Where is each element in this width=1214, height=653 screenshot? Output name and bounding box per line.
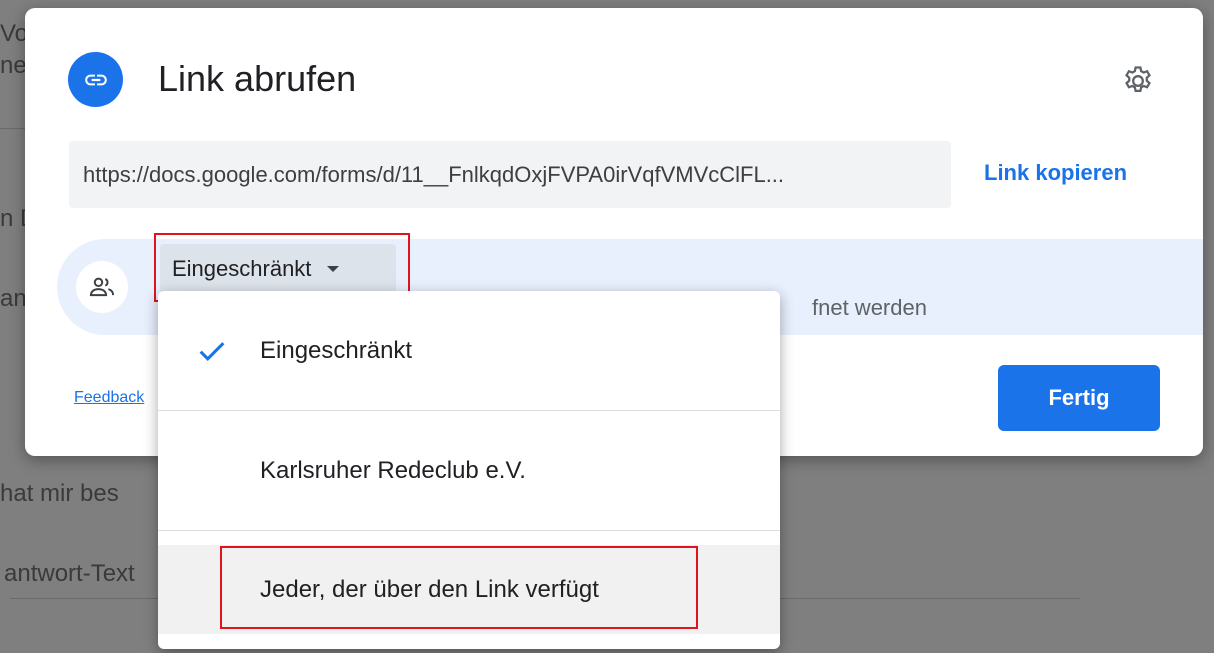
background-text-fragment: antwort-Text	[4, 560, 135, 587]
people-icon	[76, 261, 128, 313]
menu-item-organization[interactable]: Karlsruher Redeclub e.V.	[158, 411, 780, 530]
background-text-fragment: hat mir bes	[0, 480, 119, 507]
gear-icon[interactable]	[1117, 60, 1159, 102]
copy-link-button[interactable]: Link kopieren	[984, 160, 1127, 186]
background-text-fragment: an	[0, 285, 27, 312]
menu-item-anyone-with-link[interactable]: Jeder, der über den Link verfügt	[158, 545, 780, 634]
feedback-link[interactable]: Feedback	[74, 389, 144, 407]
background-divider	[780, 598, 1080, 599]
menu-item-restricted[interactable]: Eingeschränkt	[158, 291, 780, 410]
menu-item-label: Jeder, der über den Link verfügt	[260, 575, 599, 603]
access-level-menu: Eingeschränkt Karlsruher Redeclub e.V. J…	[158, 291, 780, 649]
done-button[interactable]: Fertig	[998, 365, 1160, 431]
access-level-value: Eingeschränkt	[172, 256, 312, 281]
background-text-fragment: ne	[0, 52, 27, 79]
link-url-field[interactable]: https://docs.google.com/forms/d/11__Fnlk…	[69, 141, 951, 208]
caret-down-icon	[327, 266, 340, 272]
dialog-title: Link abrufen	[158, 58, 357, 99]
link-icon	[68, 52, 123, 107]
check-icon	[199, 341, 225, 361]
background-divider	[0, 128, 25, 129]
menu-item-label: Eingeschränkt	[260, 336, 413, 364]
menu-item-label: Karlsruher Redeclub e.V.	[260, 456, 526, 484]
access-description: fnet werden	[812, 295, 927, 320]
background-divider	[10, 598, 158, 599]
access-level-dropdown[interactable]: Eingeschränkt	[160, 244, 396, 294]
menu-divider	[158, 530, 780, 531]
background-text-fragment: Vo	[0, 20, 29, 47]
